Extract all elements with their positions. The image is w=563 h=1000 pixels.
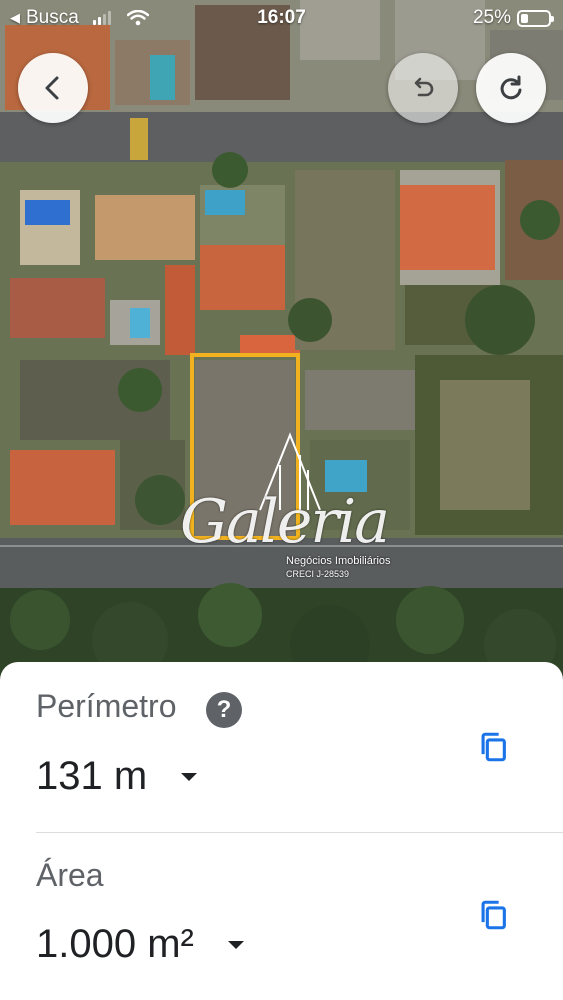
chevron-left-icon: [45, 76, 59, 100]
dropdown-caret-icon: [181, 772, 198, 781]
dropdown-caret-icon: [227, 940, 244, 949]
battery-icon: [517, 9, 554, 27]
battery-status: 25%: [472, 7, 554, 29]
satellite-map[interactable]: Galeria Negócios Imobiliários CRECI J-28…: [0, 0, 563, 690]
area-value: 1.000 m²: [36, 922, 194, 966]
perimeter-value: 131 m: [36, 754, 148, 798]
perimeter-unit-dropdown[interactable]: 131 m: [36, 754, 198, 799]
status-bar: ◀ Busca 16:07 25%: [0, 0, 563, 36]
back-button[interactable]: [18, 53, 88, 123]
redo-button[interactable]: [476, 53, 546, 123]
watermark-tagline: Negócios Imobiliários: [286, 555, 391, 567]
perimeter-label: Perímetro: [36, 688, 177, 724]
redo-icon: [500, 75, 522, 100]
help-icon[interactable]: ?: [206, 692, 242, 728]
battery-percent: 25%: [472, 7, 511, 28]
measurement-sheet: Perímetro ? 131 m Área 1.000 m²: [0, 662, 563, 1000]
divider: [36, 832, 563, 833]
area-unit-dropdown[interactable]: 1.000 m²: [36, 922, 244, 967]
watermark-creci: CRECI J-28539: [286, 569, 350, 579]
area-label: Área: [36, 857, 104, 893]
watermark-brand: Galeria: [180, 487, 390, 557]
undo-icon: [414, 77, 434, 97]
copy-icon[interactable]: [476, 898, 510, 932]
copy-icon[interactable]: [476, 730, 510, 764]
undo-button[interactable]: [388, 53, 458, 123]
watermark-logo: Galeria Negócios Imobiliários CRECI J-28…: [180, 425, 395, 595]
